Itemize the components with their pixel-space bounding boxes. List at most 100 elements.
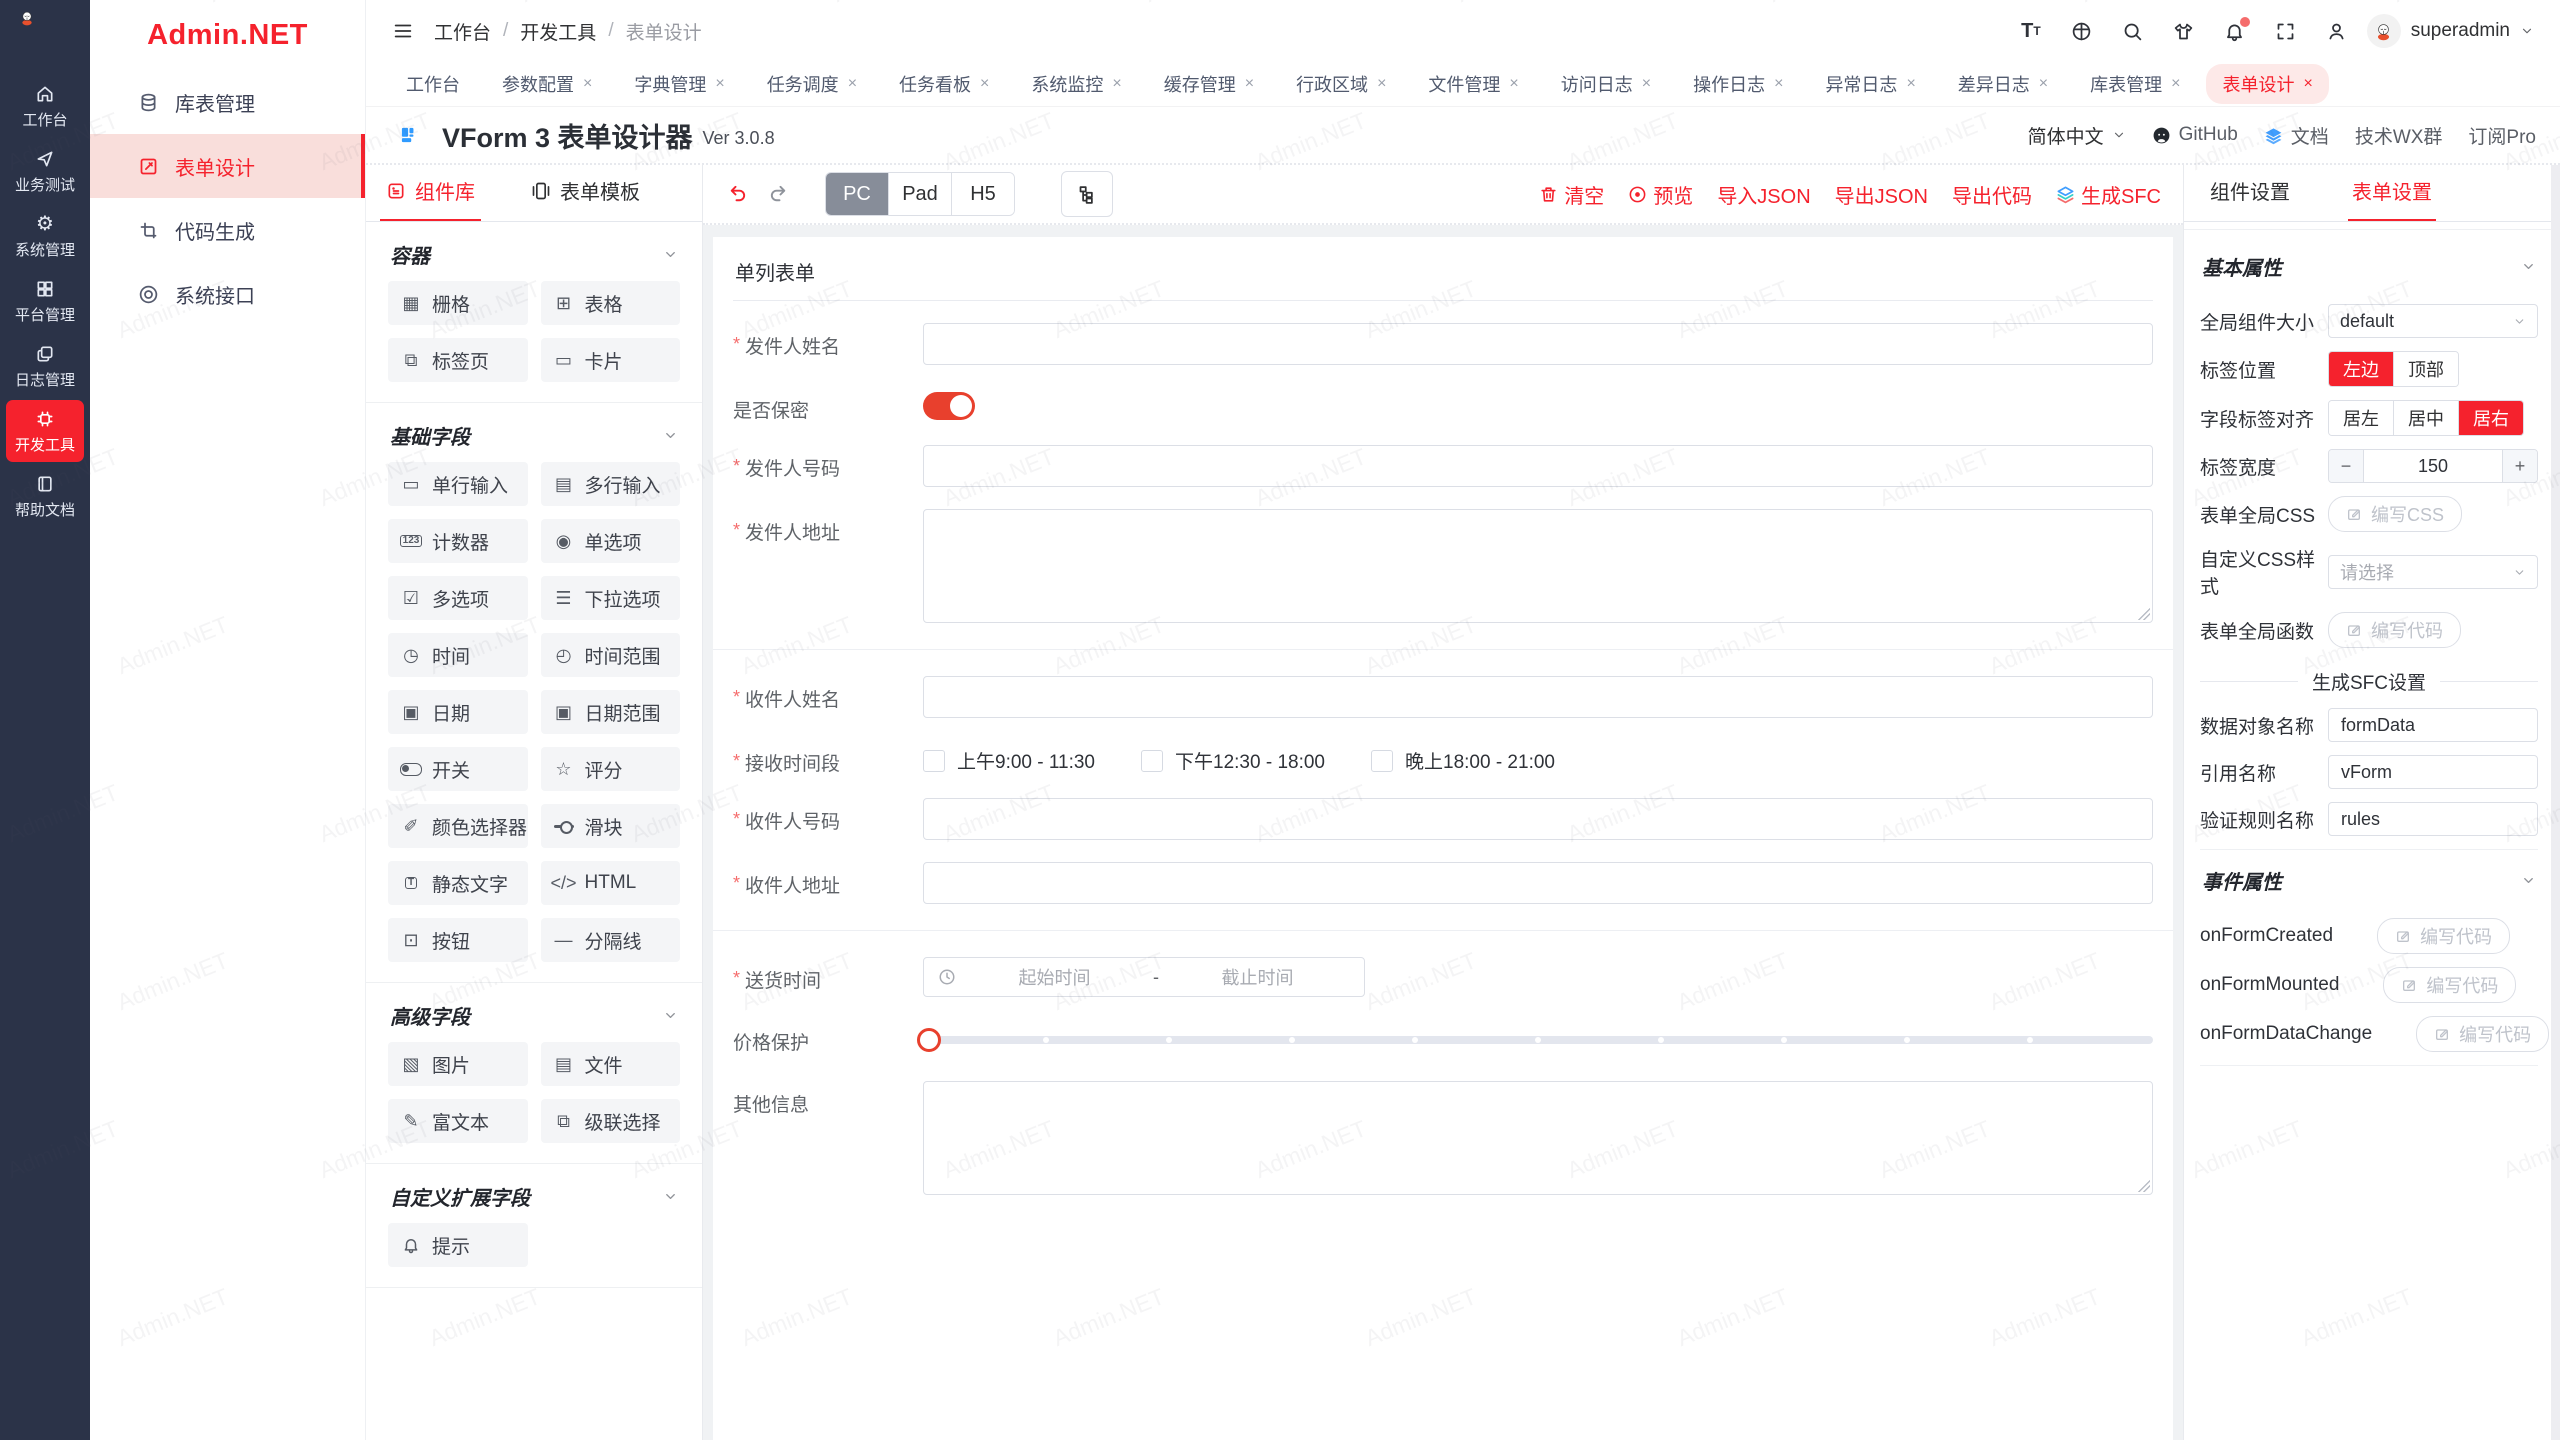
designer-link[interactable]: 技术WX群 — [2355, 122, 2443, 149]
text-input[interactable]: vForm — [2328, 755, 2538, 789]
rail-item-workbench[interactable]: 工作台 — [6, 75, 84, 137]
segment-option[interactable]: 左边 — [2329, 352, 2393, 386]
checkbox-box[interactable] — [923, 750, 945, 772]
action-预览[interactable]: 预览 — [1628, 180, 1693, 209]
rail-item-help-docs[interactable]: 帮助文档 — [6, 465, 84, 527]
form-row[interactable]: 是否保密 — [733, 387, 2153, 423]
code-editor-button[interactable]: 编写CSS — [2328, 496, 2462, 532]
palette-item[interactable]: 滑块 — [541, 804, 681, 848]
designer-link[interactable]: 文档 — [2264, 122, 2329, 149]
palette-item[interactable]: ▭卡片 — [541, 338, 681, 382]
form-row[interactable]: 价格保护 — [733, 1019, 2153, 1059]
workspace-tab[interactable]: 操作日志× — [1677, 64, 1799, 104]
palette-item[interactable]: ◴时间范围 — [541, 633, 681, 677]
textarea-input[interactable] — [923, 509, 2153, 623]
workspace-tab[interactable]: 行政区域× — [1280, 64, 1402, 104]
palette-item[interactable]: 123计数器 — [388, 519, 528, 563]
palette-item[interactable]: ▣日期范围 — [541, 690, 681, 734]
text-input[interactable] — [923, 862, 2153, 904]
palette-item[interactable]: ☑多选项 — [388, 576, 528, 620]
segment-option[interactable]: 居左 — [2329, 401, 2393, 435]
palette-item[interactable]: T静态文字 — [388, 861, 528, 905]
settings-tab[interactable]: 组件设置 — [2206, 176, 2294, 221]
palette-item[interactable]: 提示 — [388, 1223, 528, 1267]
designer-link[interactable]: GitHub — [2152, 122, 2238, 149]
chevron-down-icon[interactable] — [663, 1189, 678, 1204]
text-input[interactable]: formData — [2328, 708, 2538, 742]
tab-close-icon[interactable]: × — [2039, 75, 2048, 93]
workspace-tab[interactable]: 参数配置× — [486, 64, 608, 104]
palette-item[interactable]: ▤多行输入 — [541, 462, 681, 506]
text-input[interactable] — [923, 323, 2153, 365]
workspace-tab[interactable]: 文件管理× — [1412, 64, 1534, 104]
text-input[interactable] — [923, 676, 2153, 718]
theme-icon[interactable] — [2173, 21, 2194, 42]
action-生成SFC[interactable]: 生成SFC — [2056, 180, 2161, 209]
sidebar-item-table-mgmt[interactable]: 库表管理 — [90, 70, 365, 134]
stepper-plus[interactable]: + — [2503, 450, 2537, 482]
form-row[interactable]: *送货时间起始时间-截止时间 — [733, 957, 2153, 997]
code-editor-button[interactable]: 编写代码 — [2416, 1016, 2549, 1052]
notification-icon[interactable] — [2224, 21, 2245, 42]
node-tree-button[interactable] — [1061, 171, 1113, 217]
chevron-down-icon[interactable] — [2521, 259, 2536, 274]
tab-close-icon[interactable]: × — [2171, 75, 2180, 93]
language-icon[interactable] — [2071, 21, 2092, 42]
checkbox-box[interactable] — [1141, 750, 1163, 772]
palette-item[interactable]: ✐颜色选择器 — [388, 804, 528, 848]
select-input[interactable]: default — [2328, 304, 2538, 338]
palette-item[interactable]: ⧉级联选择 — [541, 1099, 681, 1143]
settings-tab[interactable]: 表单设置 — [2348, 176, 2436, 221]
stepper-value[interactable]: 150 — [2363, 450, 2503, 482]
time-range-picker[interactable]: 起始时间-截止时间 — [923, 957, 1365, 997]
workspace-tab[interactable]: 库表管理× — [2074, 64, 2196, 104]
workspace-tab[interactable]: 缓存管理× — [1148, 64, 1270, 104]
action-导出JSON[interactable]: 导出JSON — [1835, 180, 1928, 209]
segment-option[interactable]: 居右 — [2458, 401, 2523, 435]
form-row[interactable]: *接收时间段上午9:00 - 11:30下午12:30 - 18:00晚上18:… — [733, 740, 2153, 776]
device-pad[interactable]: Pad — [888, 173, 951, 215]
checkbox-box[interactable] — [1371, 750, 1393, 772]
palette-item[interactable]: </>HTML — [541, 861, 681, 905]
palette-item[interactable]: ⧉标签页 — [388, 338, 528, 382]
breadcrumb-item[interactable]: 工作台 — [434, 18, 491, 45]
form-row[interactable]: *发件人姓名 — [733, 323, 2153, 365]
text-input[interactable]: rules — [2328, 802, 2538, 836]
rail-item-biz-test[interactable]: 业务测试 — [6, 140, 84, 202]
action-导出代码[interactable]: 导出代码 — [1952, 180, 2032, 209]
workspace-tab[interactable]: 工作台 — [390, 64, 476, 104]
palette-item[interactable]: 开关 — [388, 747, 528, 791]
chevron-down-icon[interactable] — [2521, 873, 2536, 888]
form-row[interactable]: *收件人号码 — [733, 798, 2153, 840]
app-logo-mascot[interactable] — [19, 10, 71, 62]
sidebar-item-system-api[interactable]: 系统接口 — [90, 262, 365, 326]
palette-item[interactable]: ▦栅格 — [388, 281, 528, 325]
form-row[interactable]: *收件人姓名 — [733, 676, 2153, 718]
tab-close-icon[interactable]: × — [1245, 75, 1254, 93]
stepper-minus[interactable]: − — [2329, 450, 2363, 482]
device-pc[interactable]: PC — [826, 173, 888, 215]
segment-option[interactable]: 居中 — [2393, 401, 2458, 435]
user-menu[interactable]: superadmin — [2367, 14, 2534, 48]
palette-tab[interactable]: 表单模板 — [525, 176, 646, 221]
collapse-menu-icon[interactable] — [392, 20, 414, 42]
code-editor-button[interactable]: 编写代码 — [2328, 612, 2461, 648]
palette-item[interactable]: —分隔线 — [541, 918, 681, 962]
form-canvas[interactable]: 单列表单 *发件人姓名是否保密*发件人号码*发件人地址*收件人姓名*接收时间段上… — [713, 237, 2173, 1440]
palette-item[interactable]: ▭单行输入 — [388, 462, 528, 506]
palette-item[interactable]: ⊡按钮 — [388, 918, 528, 962]
slider[interactable] — [923, 1021, 2153, 1059]
palette-item[interactable]: ✎富文本 — [388, 1099, 528, 1143]
palette-tab[interactable]: 组件库 — [380, 176, 481, 221]
palette-item[interactable]: ◷时间 — [388, 633, 528, 677]
workspace-tab[interactable]: 差异日志× — [1942, 64, 2064, 104]
rail-item-platform-mgmt[interactable]: 平台管理 — [6, 270, 84, 332]
chevron-down-icon[interactable] — [663, 428, 678, 443]
switch-toggle[interactable] — [923, 392, 975, 420]
tab-close-icon[interactable]: × — [848, 75, 857, 93]
user-icon[interactable] — [2326, 21, 2347, 42]
palette-item[interactable]: ▣日期 — [388, 690, 528, 734]
tab-close-icon[interactable]: × — [1774, 75, 1783, 93]
tab-close-icon[interactable]: × — [1112, 75, 1121, 93]
redo-icon[interactable] — [768, 183, 791, 206]
